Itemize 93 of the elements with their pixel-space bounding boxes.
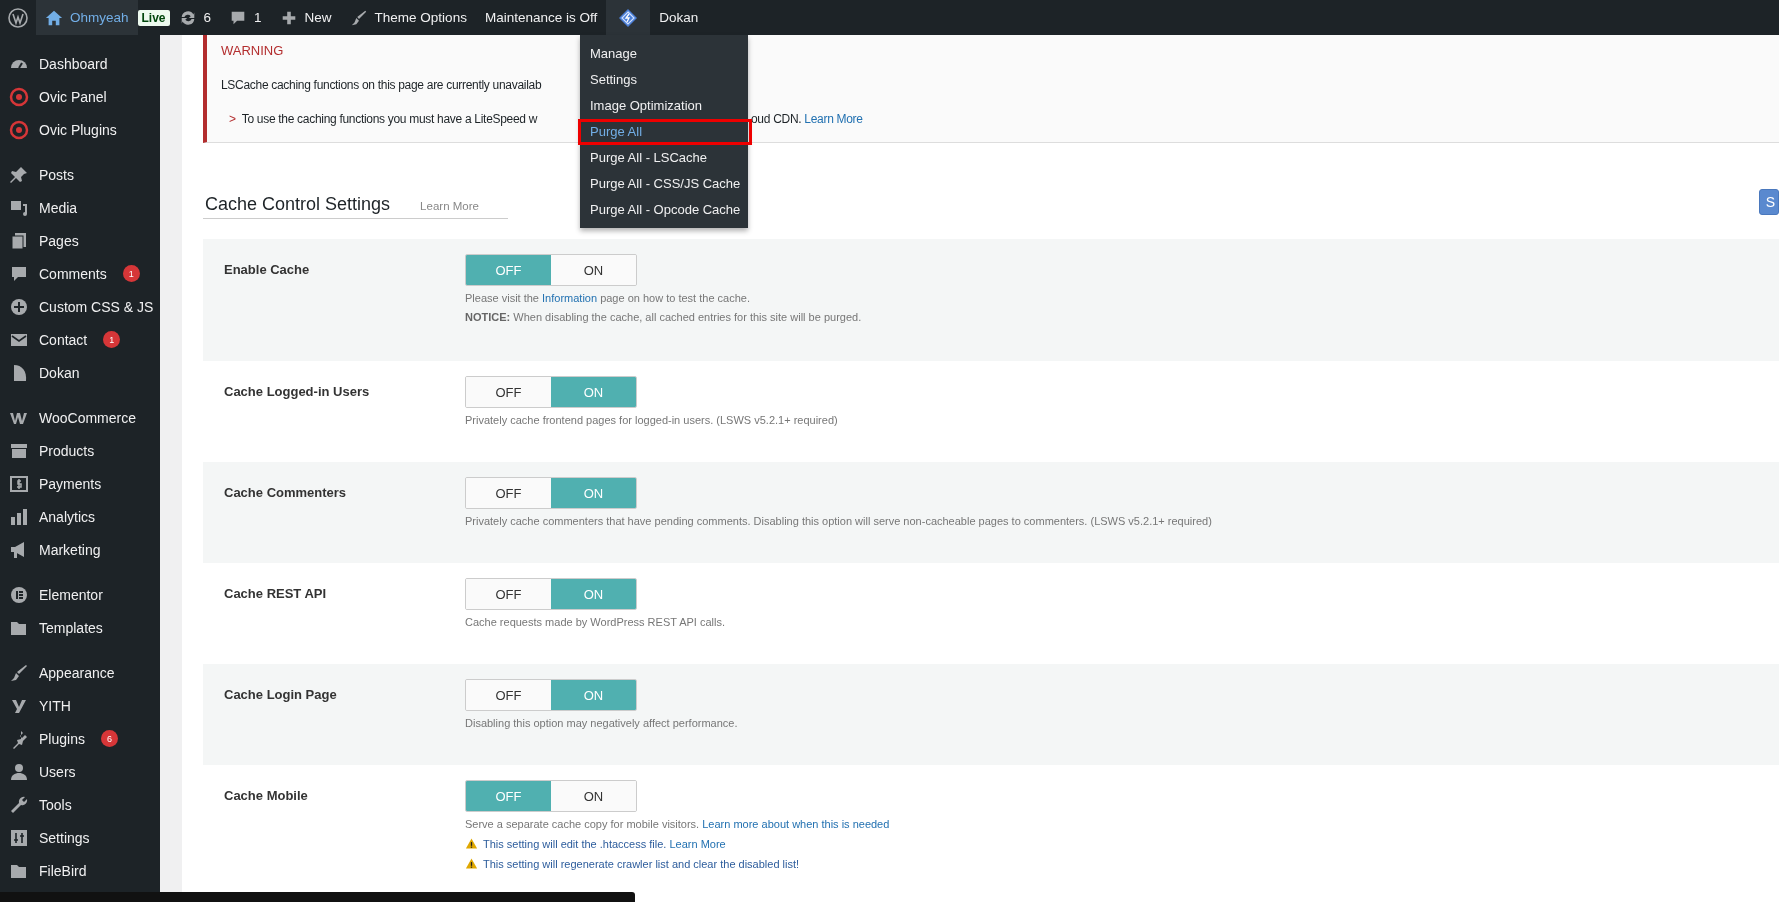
help-link[interactable]: Learn More bbox=[669, 838, 726, 850]
warning-hint: To use the caching functions you must have a LiteSpeed w bbox=[241, 112, 538, 126]
sidebar-item[interactable]: Pages bbox=[0, 224, 160, 257]
sidebar-item[interactable]: Ovic Plugins bbox=[0, 113, 160, 146]
menu-item[interactable]: Image Optimization bbox=[580, 93, 748, 119]
sidebar-item[interactable]: Media bbox=[0, 191, 160, 224]
setting-description: Privately cache commenters that have pending comments. Disabling this option will serve non-cacheable pages to commenters. (LSWS v5.2.1+ required) bbox=[465, 515, 1212, 528]
count-badge: 1 bbox=[122, 265, 140, 282]
circle-e-icon bbox=[9, 584, 29, 605]
warning-note: This setting will edit the .htaccess file. Learn More bbox=[465, 837, 890, 851]
wordpress-logo-icon[interactable] bbox=[8, 7, 28, 28]
plus-circle-icon bbox=[9, 296, 29, 317]
off-toggle-button[interactable]: OFF bbox=[466, 579, 551, 609]
sidebar-item[interactable]: Custom CSS & JS bbox=[0, 290, 160, 323]
setting-description: Privately cache frontend pages for logged-in users. (LSWS v5.2.1+ required) bbox=[465, 414, 838, 427]
setting-label: Cache Logged-in Users bbox=[224, 383, 371, 401]
menu-item[interactable]: Manage bbox=[580, 41, 748, 67]
target-icon bbox=[9, 86, 29, 107]
brush-icon bbox=[349, 8, 368, 27]
pin-icon bbox=[9, 164, 29, 185]
sidebar-item[interactable]: FileBird bbox=[0, 854, 160, 887]
sidebar-item[interactable]: Tools bbox=[0, 788, 160, 821]
count-badge: 6 bbox=[100, 730, 118, 747]
warning-title: WARNING bbox=[221, 43, 284, 58]
maintenance-link[interactable]: Maintenance is Off bbox=[475, 0, 607, 35]
sidebar-item[interactable]: Dashboard bbox=[0, 47, 160, 80]
sidebar-item[interactable]: Templates bbox=[0, 611, 160, 644]
menu-item[interactable]: Settings bbox=[580, 67, 748, 93]
on-toggle-button[interactable]: ON bbox=[551, 255, 636, 285]
sidebar-item[interactable]: Elementor bbox=[0, 578, 160, 611]
menu-item[interactable]: Purge All - Opcode Cache bbox=[580, 197, 748, 223]
sidebar-item[interactable]: Appearance bbox=[0, 656, 160, 689]
sidebar-item[interactable]: YITH bbox=[0, 689, 160, 722]
menu-item[interactable]: Purge All bbox=[578, 119, 752, 145]
home-icon bbox=[45, 8, 63, 27]
learn-more-link[interactable]: Learn More bbox=[804, 112, 863, 126]
sidebar-item[interactable]: WooCommerce bbox=[0, 401, 160, 434]
setting-label: Enable Cache bbox=[224, 261, 311, 279]
theme-options-link[interactable]: Theme Options bbox=[340, 0, 476, 35]
sidebar-item[interactable]: Settings bbox=[0, 821, 160, 854]
sidebar-item[interactable]: Marketing bbox=[0, 533, 160, 566]
sidebar-item[interactable]: Posts bbox=[0, 158, 160, 191]
setting-label: Cache Commenters bbox=[224, 484, 348, 502]
pages-icon bbox=[9, 230, 29, 251]
setting-description: NOTICE: When disabling the cache, all cached entries for this site will be purged. bbox=[465, 311, 862, 324]
warning-message: LSCache caching functions on this page are currently unavailab bbox=[221, 78, 542, 92]
sidebar-item[interactable]: Dokan bbox=[0, 356, 160, 389]
warning-hint: oud CDN. Learn More bbox=[751, 112, 863, 126]
sidebar-item[interactable]: Contact 1 bbox=[0, 323, 160, 356]
setting-label: Cache REST API bbox=[224, 585, 328, 603]
updates-link[interactable]: 6 bbox=[169, 0, 221, 35]
warning-icon bbox=[465, 837, 478, 850]
save-button[interactable]: S bbox=[1758, 189, 1779, 215]
sidebar-item[interactable]: Ovic Panel bbox=[0, 80, 160, 113]
dollar-icon bbox=[9, 473, 29, 494]
new-link[interactable]: New bbox=[270, 0, 341, 35]
count-badge: 1 bbox=[103, 331, 121, 348]
menu-item[interactable]: Purge All - CSS/JS Cache bbox=[580, 171, 748, 197]
off-toggle-button[interactable]: OFF bbox=[466, 680, 551, 710]
help-link[interactable]: Learn more about when this is needed bbox=[702, 818, 890, 830]
wrench-icon bbox=[9, 794, 29, 815]
on-toggle-button[interactable]: ON bbox=[551, 781, 636, 811]
sidebar-item[interactable]: Payments bbox=[0, 467, 160, 500]
live-badge: Live bbox=[137, 9, 170, 26]
user-icon bbox=[9, 761, 29, 782]
off-toggle-button[interactable]: OFF bbox=[466, 478, 551, 508]
chevron-marker: > bbox=[229, 112, 236, 126]
dokan-link[interactable]: Dokan bbox=[650, 0, 708, 35]
sidebar-item[interactable]: Comments 1 bbox=[0, 257, 160, 290]
section-title: Cache Control Settings bbox=[205, 194, 391, 215]
comments-link[interactable]: 1 bbox=[220, 0, 271, 35]
setting-label: Cache Mobile bbox=[224, 787, 309, 805]
setting-description: Disabling this option may negatively affect performance. bbox=[465, 717, 738, 730]
target-icon bbox=[9, 119, 29, 140]
bar-chart-icon bbox=[9, 506, 29, 527]
warning-icon bbox=[465, 857, 478, 870]
site-name-link[interactable]: Ohmyeah bbox=[36, 0, 138, 35]
sidebar-item[interactable]: Users bbox=[0, 755, 160, 788]
setting-description: Cache requests made by WordPress REST API calls. bbox=[465, 616, 726, 629]
learn-more-link[interactable]: Learn More bbox=[420, 200, 479, 212]
setting-label: Cache Login Page bbox=[224, 686, 338, 704]
brush-icon bbox=[9, 662, 29, 683]
sidebar-item[interactable]: Analytics bbox=[0, 500, 160, 533]
menu-item[interactable]: Purge All - LSCache bbox=[580, 145, 748, 171]
sidebar-item[interactable]: Products bbox=[0, 434, 160, 467]
sidebar-item[interactable]: Plugins 6 bbox=[0, 722, 160, 755]
help-link[interactable]: Information bbox=[542, 292, 598, 304]
setting-description: Please visit the Information page on how to test the cache. bbox=[465, 292, 751, 305]
setting-description: Serve a separate cache copy for mobile visitors. Learn more about when this is needed bbox=[465, 818, 890, 831]
warning-note: This setting will regenerate crawler list and clear the disabled list! bbox=[465, 857, 890, 871]
sliders-icon bbox=[9, 827, 29, 848]
litespeed-menu-icon[interactable] bbox=[606, 0, 651, 35]
off-toggle-button[interactable]: OFF bbox=[466, 377, 551, 407]
